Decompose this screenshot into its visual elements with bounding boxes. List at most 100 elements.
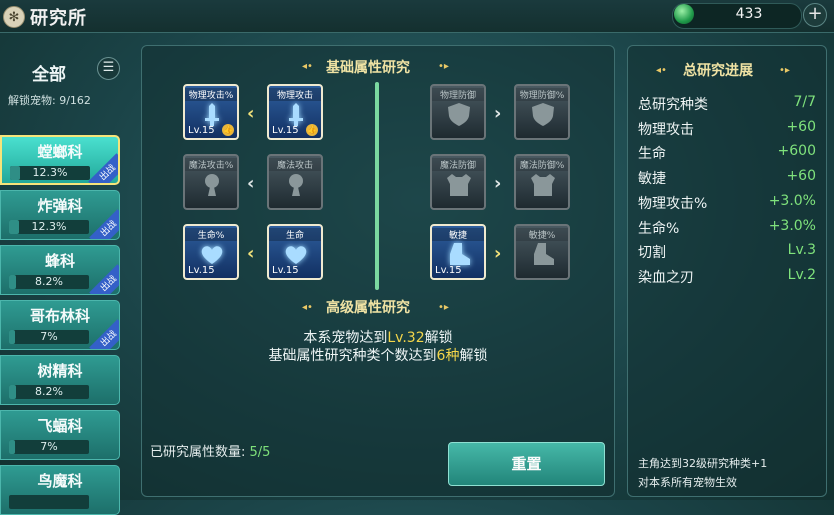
armor-icon [531,174,555,196]
stat-name: 切割 [638,245,666,262]
armor-icon [447,174,471,196]
stat-value: +3.0% [768,192,816,209]
family-item[interactable]: 蜂科 8.2% 出战 [0,245,120,295]
research-divider [375,82,379,290]
thumbs-up-icon: 👍 [306,124,318,136]
research-node[interactable]: 魔法攻击 [267,154,323,210]
reset-button[interactable]: 重置 [448,442,605,486]
stat-name: 敏捷 [638,171,666,188]
family-percent: 7% [40,440,58,453]
node-level: Lv.15 [435,265,462,276]
thumbs-up-icon: 👍 [222,124,234,136]
family-item[interactable]: 飞蝠科 7% [0,410,120,460]
family-item[interactable]: 树精科 8.2% [0,355,120,405]
title-deco-left: ◂• [302,302,313,313]
node-label: 物理防御 [432,88,484,101]
stat-name: 染血之刃 [638,269,694,286]
shield-icon [532,103,554,126]
title-deco-right: •▸ [438,302,449,313]
menu-icon[interactable]: ☰ [97,57,120,80]
magic-orb-icon [289,174,303,196]
research-node[interactable]: 物理防御% [514,84,570,140]
family-name: 炸弹科 [37,197,83,215]
family-item[interactable]: 鸟魔科 [0,465,120,515]
arrow-right-icon: › [494,173,502,194]
title-deco-left: ◂• [302,61,313,72]
boot-icon [534,243,554,265]
family-name: 哥布林科 [29,307,90,325]
node-level: Lv.15 [188,125,215,136]
family-item[interactable]: 哥布林科 7% 出战 [0,300,120,350]
family-name: 蜂科 [44,252,75,270]
arrow-left-icon: ‹ [247,173,255,194]
title-deco-right: •▸ [779,65,790,76]
research-node[interactable]: 敏捷 Lv.15 [430,224,486,280]
family-percent [9,495,89,509]
family-item[interactable]: 炸弹科 12.3% 出战 [0,190,120,240]
research-node[interactable]: 魔法防御% [514,154,570,210]
arrow-left-icon: ‹ [247,243,255,264]
node-label: 魔法防御 [432,158,484,171]
stat-name: 物理攻击% [638,195,708,212]
research-node[interactable]: 魔法防御 [430,154,486,210]
stat-name: 生命 [638,146,666,163]
node-level: Lv.15 [272,265,299,276]
stat-value: +60 [786,118,816,135]
total-progress-title: 总研究进展 [683,63,753,79]
node-label: 魔法防御% [516,158,568,171]
bonus-note-1: 主角达到32级研究种类+1 [638,457,768,470]
advanced-unlock-condition-2: 基础属性研究种类个数达到6种解锁 [268,348,488,364]
stat-value: Lv.3 [787,242,816,259]
research-node[interactable]: 生命 Lv.15 [267,224,323,280]
stat-value: +3.0% [768,217,816,234]
stat-name: 总研究种类 [638,97,708,113]
node-label: 魔法攻击 [269,158,321,171]
stat-value: +600 [777,143,816,160]
node-label: 物理攻击% [185,88,237,101]
page-title: 研究所 [30,8,87,29]
node-level: Lv.15 [188,265,215,276]
sword-icon [205,103,219,126]
researched-count: 已研究属性数量: 5/5 [150,445,271,460]
arrow-right-icon: › [494,103,502,124]
family-item[interactable]: 螳螂科 12.3% 出战 [0,135,120,185]
add-currency-button[interactable]: + [803,3,827,27]
family-percent: 8.2% [35,385,63,398]
research-node[interactable]: 敏捷% [514,224,570,280]
bonus-note-2: 对本系所有宠物生效 [638,476,737,489]
research-node[interactable]: 物理攻击 Lv.15 👍 [267,84,323,140]
research-institute-icon: ✻ [3,6,25,28]
stat-value: +60 [786,168,816,185]
boot-icon [450,243,470,265]
research-node[interactable]: 魔法攻击% [183,154,239,210]
unlock-count: 解锁宠物: 9/162 [8,94,91,107]
stat-name: 物理攻击 [638,121,694,138]
research-node[interactable]: 生命% Lv.15 [183,224,239,280]
title-deco-right: •▸ [438,61,449,72]
stat-value: 7/7 [793,94,816,110]
node-label: 敏捷 [432,228,484,241]
arrow-right-icon: › [494,243,502,264]
node-label: 敏捷% [516,228,568,241]
magic-orb-icon [205,174,219,196]
stat-name: 生命% [638,220,680,237]
node-label: 物理防御% [516,88,568,101]
family-percent: 8.2% [35,275,63,288]
title-deco-left: ◂• [656,65,667,76]
node-label: 物理攻击 [269,88,321,101]
family-percent: 12.3% [32,166,68,179]
family-percent: 12.3% [31,220,67,233]
heart-icon [201,246,223,264]
node-label: 生命 [269,228,321,241]
family-name: 树精科 [37,362,83,380]
currency-value: 433 [735,6,763,22]
stat-value: Lv.2 [787,266,816,283]
research-node[interactable]: 物理防御 [430,84,486,140]
node-label: 生命% [185,228,237,241]
filter-all-tab[interactable]: 全部 [32,60,66,85]
research-node[interactable]: 物理攻击% Lv.15 👍 [183,84,239,140]
basic-research-title: 基础属性研究 [326,60,410,76]
advanced-research-title: 高级属性研究 [326,300,410,316]
gem-icon [674,4,694,24]
family-name: 螳螂科 [37,143,83,161]
